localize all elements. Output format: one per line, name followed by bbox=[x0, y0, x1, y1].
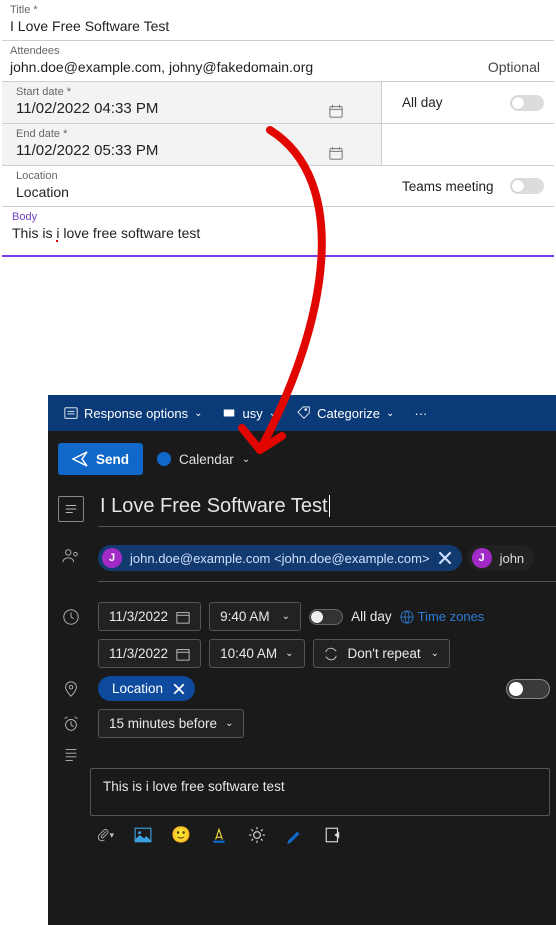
end-date-input[interactable]: 11/3/2022 bbox=[98, 639, 201, 668]
optional-link[interactable]: Optional bbox=[488, 59, 546, 75]
datetime-start-row: 11/3/2022 9:40 AM⌄ All day Time zones bbox=[50, 598, 556, 635]
outlook-menubar: Response options⌄ usy⌄ Categorize⌄ ··· bbox=[48, 395, 556, 431]
calendar-icon[interactable] bbox=[329, 146, 343, 160]
end-date-value: 11/02/2022 05:33 PM bbox=[16, 142, 373, 159]
location-row: Location Location Teams meeting bbox=[2, 165, 554, 206]
start-date-row: Start date * 11/02/2022 04:33 PM All day bbox=[2, 81, 554, 123]
attendees-row: J john.doe@example.com <john.doe@example… bbox=[50, 537, 556, 586]
image-icon[interactable] bbox=[134, 826, 152, 844]
clock-icon bbox=[54, 608, 88, 626]
location-field[interactable]: Location Location bbox=[2, 166, 382, 206]
start-date-value: 11/02/2022 04:33 PM bbox=[16, 100, 373, 117]
response-options-menu[interactable]: Response options⌄ bbox=[58, 402, 208, 425]
event-title-input[interactable]: I Love Free Software Test bbox=[98, 491, 556, 527]
insert-icon[interactable] bbox=[324, 826, 342, 844]
body-textarea[interactable]: This is i love free software test bbox=[90, 768, 550, 816]
attendee-chip[interactable]: J john bbox=[468, 545, 535, 571]
font-color-icon[interactable] bbox=[210, 826, 228, 844]
calendar-icon[interactable] bbox=[329, 104, 343, 118]
title-row: I Love Free Software Test bbox=[50, 487, 556, 531]
start-date-label: Start date * bbox=[16, 86, 373, 98]
attach-icon[interactable]: ▾ bbox=[96, 826, 114, 844]
format-toolbar: ▾ 🙂 bbox=[90, 816, 556, 854]
datetime-end-row: 11/3/2022 10:40 AM⌄ Don't repeat⌄ bbox=[50, 635, 556, 672]
end-time-input[interactable]: 10:40 AM⌄ bbox=[209, 639, 304, 668]
calendar-dot-icon bbox=[157, 452, 171, 466]
end-date-row: End date * 11/02/2022 05:33 PM bbox=[2, 123, 554, 165]
avatar: J bbox=[472, 548, 492, 568]
location-icon bbox=[54, 680, 88, 698]
send-button[interactable]: Send bbox=[58, 443, 143, 475]
allday-label: All day bbox=[402, 95, 443, 110]
busy-menu[interactable]: usy⌄ bbox=[216, 402, 283, 425]
repeat-selector[interactable]: Don't repeat⌄ bbox=[313, 639, 451, 668]
remove-icon[interactable] bbox=[438, 551, 452, 565]
body-label: Body bbox=[12, 211, 546, 223]
body-row bbox=[50, 742, 556, 764]
checklist-icon bbox=[64, 406, 78, 420]
avatar: J bbox=[102, 548, 122, 568]
start-date-field[interactable]: Start date * 11/02/2022 04:33 PM bbox=[2, 82, 382, 123]
teams-label: Teams meeting bbox=[402, 179, 494, 194]
remove-icon[interactable] bbox=[173, 683, 185, 695]
reminder-icon bbox=[54, 715, 88, 733]
online-meeting-toggle[interactable] bbox=[506, 679, 550, 699]
body-value: This is i love free software test bbox=[12, 225, 546, 241]
busy-icon bbox=[222, 406, 236, 420]
end-date-field[interactable]: End date * 11/02/2022 05:33 PM bbox=[2, 124, 382, 165]
location-label: Location bbox=[16, 170, 374, 182]
description-icon bbox=[54, 746, 88, 764]
more-menu[interactable]: ··· bbox=[408, 402, 433, 425]
body-field[interactable]: Body This is i love free software test bbox=[2, 206, 554, 257]
outlook-topbar: Send Calendar ⌄ bbox=[48, 431, 556, 487]
title-icon bbox=[54, 496, 88, 522]
emoji-icon[interactable]: 🙂 bbox=[172, 826, 190, 844]
timezones-link[interactable]: Time zones bbox=[400, 609, 485, 624]
attendees-value: john.doe@example.com, johny@fakedomain.o… bbox=[10, 59, 313, 75]
title-value: I Love Free Software Test bbox=[10, 18, 546, 34]
reminder-selector[interactable]: 15 minutes before⌄ bbox=[98, 709, 244, 738]
start-date-input[interactable]: 11/3/2022 bbox=[98, 602, 201, 631]
calendar-icon bbox=[176, 647, 190, 661]
people-icon bbox=[54, 541, 88, 565]
brightness-icon[interactable] bbox=[248, 826, 266, 844]
globe-icon bbox=[400, 610, 414, 624]
send-icon bbox=[72, 451, 88, 467]
calendar-icon bbox=[176, 610, 190, 624]
start-time-input[interactable]: 9:40 AM⌄ bbox=[209, 602, 301, 631]
attendees-label: Attendees bbox=[10, 45, 313, 57]
source-form: Title * I Love Free Software Test Attend… bbox=[0, 0, 556, 257]
allday-label: All day bbox=[351, 609, 392, 624]
end-date-label: End date * bbox=[16, 128, 373, 140]
teams-toggle[interactable] bbox=[510, 178, 544, 194]
tag-icon bbox=[297, 406, 311, 420]
title-field[interactable]: Title * I Love Free Software Test bbox=[2, 0, 554, 40]
title-label: Title * bbox=[10, 4, 546, 16]
reminder-row: 15 minutes before⌄ bbox=[50, 705, 556, 742]
attendees-field[interactable]: Attendees john.doe@example.com, johny@fa… bbox=[2, 40, 554, 81]
attendees-input[interactable]: J john.doe@example.com <john.doe@example… bbox=[98, 541, 556, 582]
attendee-chip[interactable]: J john.doe@example.com <john.doe@example… bbox=[98, 545, 462, 571]
calendar-selector[interactable]: Calendar ⌄ bbox=[157, 452, 250, 467]
pen-icon[interactable] bbox=[286, 826, 304, 844]
allday-toggle[interactable] bbox=[309, 609, 343, 625]
location-value: Location bbox=[16, 184, 374, 200]
repeat-icon bbox=[324, 647, 338, 661]
outlook-event-window: Response options⌄ usy⌄ Categorize⌄ ··· S… bbox=[48, 395, 556, 925]
location-chip[interactable]: Location bbox=[98, 676, 195, 701]
location-row: Location bbox=[50, 672, 556, 705]
allday-toggle[interactable] bbox=[510, 95, 544, 111]
categorize-menu[interactable]: Categorize⌄ bbox=[291, 402, 400, 425]
